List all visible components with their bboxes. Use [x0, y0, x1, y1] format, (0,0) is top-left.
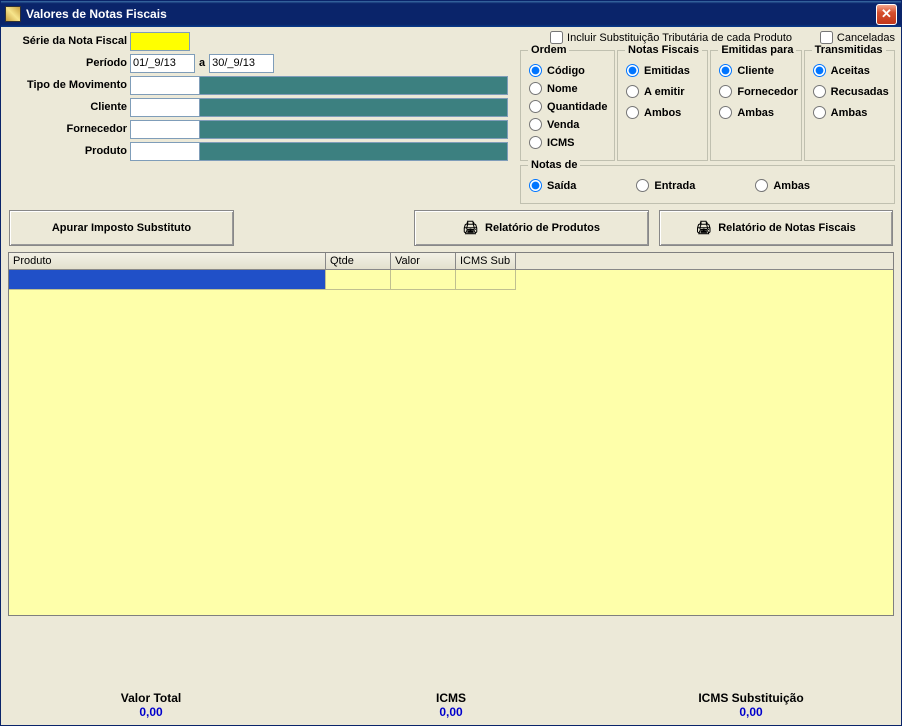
ordem-nome-radio[interactable]: Nome: [529, 82, 606, 95]
notas-ambos-radio[interactable]: Ambos: [626, 106, 699, 119]
tr-recusadas-radio[interactable]: Recusadas: [813, 85, 886, 98]
ordem-venda-radio[interactable]: Venda: [529, 118, 606, 131]
produto-input[interactable]: [130, 142, 200, 161]
periodo-separator: a: [199, 57, 205, 69]
notas-aemitir-radio[interactable]: A emitir: [626, 85, 699, 98]
app-icon: [5, 6, 21, 22]
cliente-input[interactable]: [130, 98, 200, 117]
emitidas-para-group: Emitidas para Cliente Fornecedor Ambas: [710, 50, 801, 161]
produto-display: [200, 142, 508, 161]
footer-total-value: 0,00: [51, 705, 251, 719]
footer-icmssub-label: ICMS Substituição: [651, 691, 851, 705]
titlebar[interactable]: Valores de Notas Fiscais ✕: [1, 1, 901, 27]
tr-ambas-radio[interactable]: Ambas: [813, 106, 886, 119]
periodo-to-input[interactable]: [209, 54, 274, 73]
table-row[interactable]: [9, 270, 893, 290]
fornecedor-display: [200, 120, 508, 139]
nd-saida-radio[interactable]: Saída: [529, 179, 576, 192]
col-valor[interactable]: Valor: [391, 253, 456, 269]
grid-header: Produto Qtde Valor ICMS Sub: [9, 253, 893, 270]
ep-cliente-radio[interactable]: Cliente: [719, 64, 792, 77]
relatorio-notas-button[interactable]: 🖨 Relatório de Notas Fiscais: [659, 210, 894, 246]
ordem-quantidade-radio[interactable]: Quantidade: [529, 100, 606, 113]
col-icms-sub[interactable]: ICMS Sub: [456, 253, 516, 269]
cell-valor[interactable]: [391, 270, 456, 290]
notas-legend: Notas Fiscais: [625, 44, 702, 56]
ep-fornecedor-radio[interactable]: Fornecedor: [719, 85, 792, 98]
canceladas-label: Canceladas: [837, 32, 895, 44]
close-button[interactable]: ✕: [876, 4, 897, 25]
window-title: Valores de Notas Fiscais: [26, 7, 167, 21]
cell-produto[interactable]: [9, 270, 326, 290]
grid-body[interactable]: [9, 270, 893, 615]
footer-icms-value: 0,00: [351, 705, 551, 719]
incluir-sub-checkbox[interactable]: Incluir Substituição Tributária de cada …: [550, 31, 792, 44]
ep-ambas-radio[interactable]: Ambas: [719, 106, 792, 119]
ordem-codigo-radio[interactable]: Código: [529, 64, 606, 77]
serie-label: Série da Nota Fiscal: [5, 35, 130, 47]
cliente-display: [200, 98, 508, 117]
periodo-label: Período: [5, 57, 130, 69]
printer-icon: 🖨: [463, 220, 480, 236]
tipo-label: Tipo de Movimento: [5, 79, 130, 91]
tipo-input[interactable]: [130, 76, 200, 95]
col-produto[interactable]: Produto: [9, 253, 326, 269]
notas-fiscais-group: Notas Fiscais Emitidas A emitir Ambos: [617, 50, 708, 161]
cell-icms[interactable]: [456, 270, 516, 290]
nd-ambas-radio[interactable]: Ambas: [755, 179, 810, 192]
notas-de-group: Notas de Saída Entrada Ambas: [520, 165, 895, 204]
cliente-label: Cliente: [5, 101, 130, 113]
apurar-button[interactable]: Apurar Imposto Substituto: [9, 210, 234, 246]
footer-icms-label: ICMS: [351, 691, 551, 705]
relatorio-produtos-button[interactable]: 🖨 Relatório de Produtos: [414, 210, 649, 246]
periodo-from-input[interactable]: [130, 54, 195, 73]
fornecedor-label: Fornecedor: [5, 123, 130, 135]
nd-entrada-radio[interactable]: Entrada: [636, 179, 695, 192]
cell-qtde[interactable]: [326, 270, 391, 290]
notas-de-legend: Notas de: [528, 159, 580, 171]
grid[interactable]: Produto Qtde Valor ICMS Sub: [8, 252, 894, 616]
emitidas-para-legend: Emitidas para: [718, 44, 796, 56]
tipo-display: [200, 76, 508, 95]
incluir-sub-label: Incluir Substituição Tributária de cada …: [567, 32, 792, 44]
tr-aceitas-radio[interactable]: Aceitas: [813, 64, 886, 77]
produto-label: Produto: [5, 145, 130, 157]
printer-icon: 🖨: [696, 220, 713, 236]
canceladas-checkbox[interactable]: Canceladas: [820, 31, 895, 44]
footer-total-label: Valor Total: [51, 691, 251, 705]
col-qtde[interactable]: Qtde: [326, 253, 391, 269]
footer-icmssub-value: 0,00: [651, 705, 851, 719]
transmitidas-group: Transmitidas Aceitas Recusadas Ambas: [804, 50, 895, 161]
ordem-group: Ordem Código Nome Quantidade Venda ICMS: [520, 50, 615, 161]
fornecedor-input[interactable]: [130, 120, 200, 139]
ordem-icms-radio[interactable]: ICMS: [529, 136, 606, 149]
ordem-legend: Ordem: [528, 44, 569, 56]
serie-input[interactable]: [130, 32, 190, 51]
transmitidas-legend: Transmitidas: [812, 44, 886, 56]
notas-emitidas-radio[interactable]: Emitidas: [626, 64, 699, 77]
